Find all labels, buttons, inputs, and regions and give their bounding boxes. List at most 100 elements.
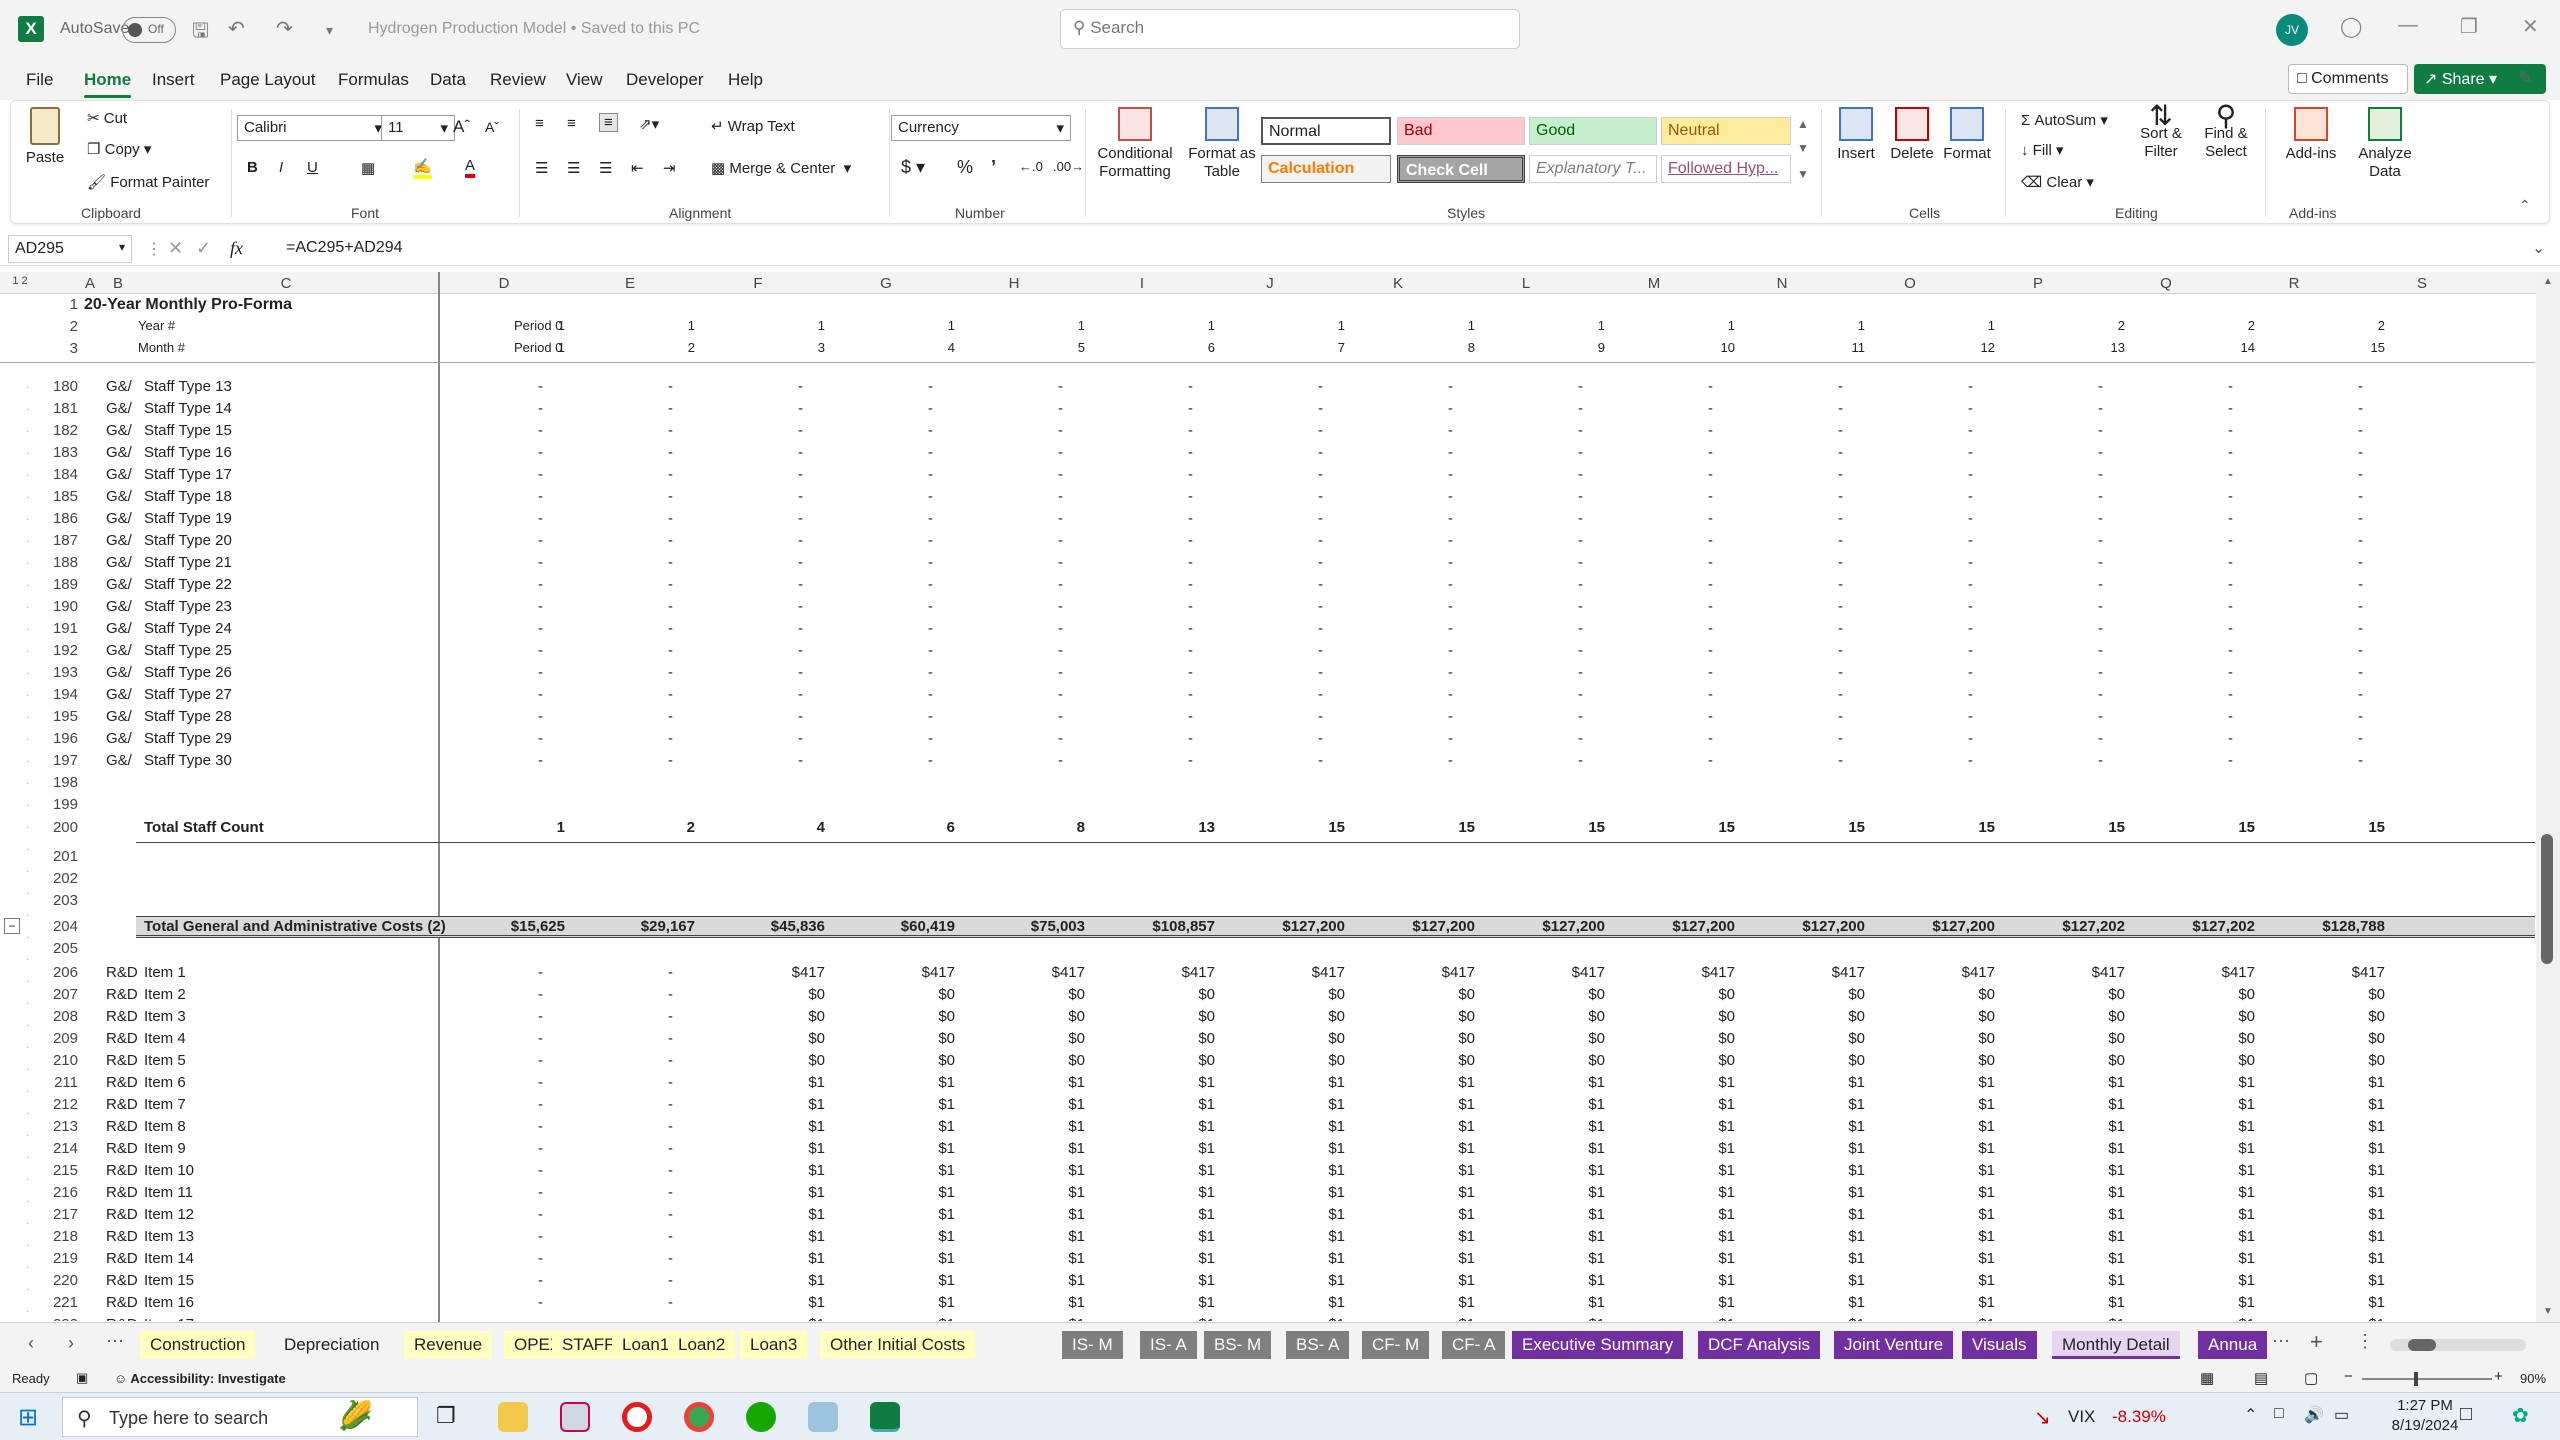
column-header-f[interactable]: F [748, 275, 768, 292]
cell-value[interactable]: - [1838, 422, 1865, 439]
cell-value[interactable]: $1 [808, 1118, 825, 1135]
row-number[interactable]: 184 [44, 466, 78, 483]
cell-value[interactable]: - [1838, 444, 1865, 461]
cell-value[interactable]: - [1188, 664, 1215, 681]
cell-value[interactable]: - [538, 1096, 565, 1113]
cell-value[interactable]: $1 [1588, 1272, 1605, 1289]
cell-value[interactable]: - [1188, 400, 1215, 417]
cell-value[interactable]: - [798, 466, 825, 483]
year-cell[interactable]: 1 [1858, 318, 1865, 333]
cell-value[interactable]: - [798, 532, 825, 549]
row-number[interactable]: 211 [44, 1074, 78, 1091]
cell-value[interactable]: $1 [1068, 1250, 1085, 1267]
cell-value[interactable]: - [1058, 422, 1085, 439]
enter-icon[interactable]: ✓ [196, 238, 211, 259]
cell-value[interactable]: - [2228, 488, 2255, 505]
cell-value[interactable]: - [798, 642, 825, 659]
cell-value[interactable]: - [668, 1316, 695, 1321]
cell-value[interactable]: $1 [1978, 1184, 1995, 1201]
font-size-select[interactable]: 11 ▾ [381, 115, 455, 141]
cell-value[interactable]: - [2358, 444, 2385, 461]
cell-value[interactable]: - [1708, 730, 1735, 747]
cell-value[interactable]: $1 [2238, 1140, 2255, 1157]
cell-value[interactable]: $1 [1198, 1096, 1215, 1113]
total-ga-value[interactable]: $75,003 [1031, 918, 1085, 935]
cell-value[interactable]: $1 [1978, 1096, 1995, 1113]
cell-value[interactable]: $1 [1848, 1074, 1865, 1091]
cell-value[interactable]: - [928, 466, 955, 483]
clock-date[interactable]: 8/19/2024 [2380, 1417, 2470, 1434]
increase-font-icon[interactable]: Aˆ [453, 117, 470, 137]
cell-value[interactable]: - [798, 730, 825, 747]
cell-value[interactable]: - [798, 488, 825, 505]
cell-value[interactable]: - [1838, 664, 1865, 681]
cell-value[interactable]: $1 [938, 1250, 955, 1267]
cell-value[interactable]: - [1838, 488, 1865, 505]
cell-value[interactable]: - [1838, 730, 1865, 747]
cell-value[interactable]: $0 [1588, 986, 1605, 1003]
cell-value[interactable]: - [928, 708, 955, 725]
category-prefix[interactable]: G&/ [106, 642, 132, 659]
cell-value[interactable]: - [1578, 422, 1605, 439]
cell-value[interactable]: - [1968, 664, 1995, 681]
cell-value[interactable]: $1 [1978, 1118, 1995, 1135]
cell-value[interactable]: $1 [1328, 1140, 1345, 1157]
cell-value[interactable]: - [1318, 708, 1345, 725]
row-number[interactable]: 191 [44, 620, 78, 637]
cell-value[interactable]: $1 [2238, 1162, 2255, 1179]
cell-value[interactable]: $1 [1718, 1096, 1735, 1113]
tray-chevron-icon[interactable]: ⌃ [2244, 1405, 2257, 1425]
analyze-data-button[interactable]: Analyze Data [2347, 107, 2423, 181]
cell-value[interactable]: - [1838, 576, 1865, 593]
column-header-j[interactable]: J [1260, 275, 1280, 292]
row-number[interactable]: 202 [44, 870, 78, 887]
row-number[interactable]: 220 [44, 1272, 78, 1289]
cell-value[interactable]: $0 [1718, 1052, 1735, 1069]
cell-value[interactable]: - [668, 1030, 695, 1047]
month-cell[interactable]: 12 [1981, 340, 1995, 355]
total-ga-value[interactable]: $45,836 [771, 918, 825, 935]
cell-value[interactable]: $1 [1718, 1250, 1735, 1267]
cell-value[interactable]: - [538, 1162, 565, 1179]
redo-icon[interactable]: ↷ [276, 16, 293, 41]
staff-type-label[interactable]: Staff Type 16 [144, 444, 232, 461]
styles-more-icon[interactable]: ▼ [1797, 167, 1809, 181]
cell-value[interactable]: $1 [1328, 1184, 1345, 1201]
cell-value[interactable]: - [1838, 400, 1865, 417]
chrome-icon[interactable] [684, 1402, 714, 1432]
cell-value[interactable]: - [1448, 730, 1475, 747]
cell-value[interactable]: - [928, 510, 955, 527]
total-ga-value[interactable]: $127,200 [1412, 918, 1475, 935]
cell-value[interactable]: $1 [1978, 1294, 1995, 1311]
column-header-p[interactable]: P [2028, 275, 2048, 292]
cell-value[interactable]: $1 [1978, 1140, 1995, 1157]
cell-value[interactable]: - [1838, 620, 1865, 637]
cell-value[interactable]: $1 [2368, 1228, 2385, 1245]
cell-value[interactable]: - [1318, 510, 1345, 527]
cell-value[interactable]: $1 [1718, 1184, 1735, 1201]
cell-value[interactable]: - [1968, 752, 1995, 769]
cell-value[interactable]: - [1058, 752, 1085, 769]
column-header-q[interactable]: Q [2156, 275, 2176, 292]
cell-value[interactable]: $1 [1588, 1206, 1605, 1223]
staff-type-label[interactable]: Staff Type 23 [144, 598, 232, 615]
cell-value[interactable]: $1 [1068, 1228, 1085, 1245]
cell-value[interactable]: $1 [1068, 1162, 1085, 1179]
cell-value[interactable]: $1 [1848, 1250, 1865, 1267]
collapse-group-button[interactable]: − [4, 918, 20, 934]
row-number[interactable]: 190 [44, 598, 78, 615]
month-cell[interactable]: 3 [818, 340, 825, 355]
cell-value[interactable]: $1 [2368, 1206, 2385, 1223]
rd-item-label[interactable]: Item 2 [144, 986, 186, 1003]
cell-value[interactable]: - [1318, 400, 1345, 417]
cell-value[interactable]: - [538, 730, 565, 747]
cell-value[interactable]: - [2228, 554, 2255, 571]
cell-value[interactable]: - [538, 598, 565, 615]
cell-value[interactable]: $1 [1328, 1272, 1345, 1289]
year-cell[interactable]: 1 [1208, 318, 1215, 333]
zoom-in-icon[interactable]: + [2494, 1368, 2503, 1385]
cell-value[interactable]: - [1578, 730, 1605, 747]
cell-value[interactable]: - [2228, 378, 2255, 395]
row-number[interactable]: 198 [44, 774, 78, 791]
staff-type-label[interactable]: Staff Type 25 [144, 642, 232, 659]
